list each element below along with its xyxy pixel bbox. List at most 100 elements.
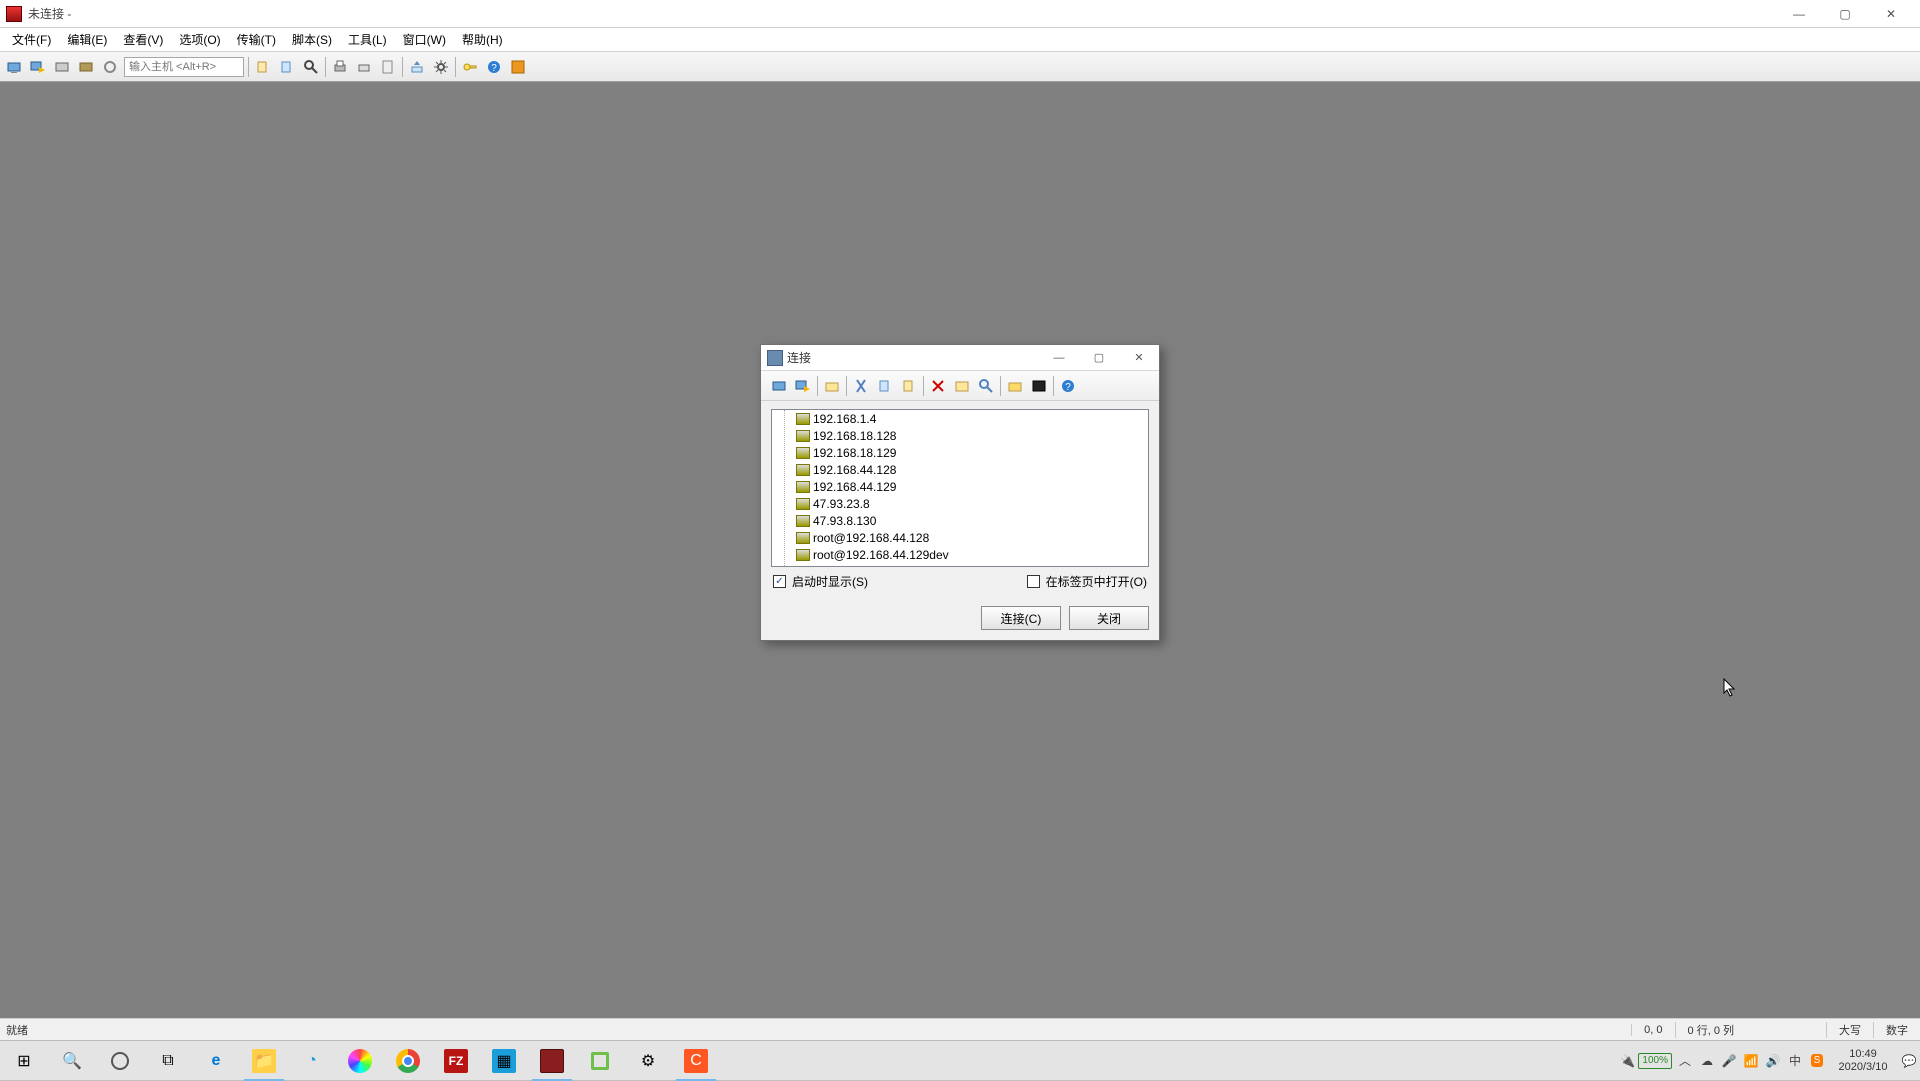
svg-text:?: ? [1065, 382, 1071, 393]
explorer-icon[interactable]: 📁 [240, 1041, 288, 1081]
volume-icon[interactable]: 🔊 [1762, 1041, 1784, 1081]
menu-help[interactable]: 帮助(H) [454, 29, 511, 50]
onedrive-icon[interactable]: ☁ [1696, 1041, 1718, 1081]
status-ready: 就绪 [0, 1022, 1631, 1038]
session-item[interactable]: 192.168.44.128 [772, 461, 1148, 478]
browser1-icon[interactable] [336, 1041, 384, 1081]
securecrt-icon[interactable] [528, 1041, 576, 1081]
task-view-button[interactable]: ⧉ [144, 1041, 192, 1081]
ime-icon[interactable]: 中 [1784, 1041, 1806, 1081]
app-icon-3[interactable]: C [672, 1041, 720, 1081]
chrome-icon[interactable] [384, 1041, 432, 1081]
new-session-icon[interactable] [768, 375, 790, 397]
session-item[interactable]: 192.168.18.129 [772, 444, 1148, 461]
menu-file[interactable]: 文件(F) [4, 29, 59, 50]
copy-icon[interactable] [874, 375, 896, 397]
close-button[interactable]: ✕ [1868, 0, 1914, 28]
session-icon [796, 447, 810, 459]
quick-session-icon[interactable] [792, 375, 814, 397]
menu-transfer[interactable]: 传输(T) [229, 29, 284, 50]
session-icon [796, 430, 810, 442]
taskbar: ⊞ 🔍 ⧉ e 📁 ◔ FZ ▦ ⚙ C 🔌 100% ︿ ☁ 🎤 📶 🔊 中 … [0, 1040, 1920, 1080]
log-icon[interactable] [377, 56, 399, 78]
paste-icon[interactable] [898, 375, 920, 397]
delete-icon[interactable] [927, 375, 949, 397]
show-on-start-checkbox[interactable]: ✓ [773, 575, 786, 588]
help-icon[interactable]: ? [483, 56, 505, 78]
dialog-maximize-button[interactable]: ▢ [1079, 346, 1119, 370]
menu-options[interactable]: 选项(O) [171, 29, 228, 50]
about-icon[interactable] [507, 56, 529, 78]
status-rowcol: 0 行, 0 列 [1675, 1022, 1746, 1038]
upload-icon[interactable] [406, 56, 428, 78]
open-in-tab-checkbox[interactable] [1027, 575, 1040, 588]
battery-indicator[interactable]: 100% [1638, 1053, 1672, 1069]
maximize-button[interactable]: ▢ [1822, 0, 1868, 28]
print-icon[interactable] [329, 56, 351, 78]
dialog-minimize-button[interactable]: — [1039, 346, 1079, 370]
quick-connect-icon[interactable] [27, 56, 49, 78]
edge-icon[interactable]: e [192, 1041, 240, 1081]
print-setup-icon[interactable] [353, 56, 375, 78]
app-icon-2[interactable] [576, 1041, 624, 1081]
start-button[interactable]: ⊞ [0, 1041, 48, 1081]
dialog-close-button[interactable]: ✕ [1119, 346, 1159, 370]
filezilla-icon[interactable]: FZ [432, 1041, 480, 1081]
open-folder-icon[interactable] [1004, 375, 1026, 397]
mic-icon[interactable]: 🎤 [1718, 1041, 1740, 1081]
terminal-icon[interactable] [1028, 375, 1050, 397]
find-icon[interactable] [300, 56, 322, 78]
host-input[interactable] [124, 57, 244, 77]
session-item[interactable]: root@192.168.44.128 [772, 529, 1148, 546]
connect-icon[interactable] [3, 56, 25, 78]
titlebar: 未连接 - — ▢ ✕ [0, 0, 1920, 28]
session-label: 192.168.44.129 [813, 480, 896, 494]
session-icon [796, 515, 810, 527]
search-button[interactable]: 🔍 [48, 1041, 96, 1081]
sogou-icon[interactable]: S [1806, 1041, 1828, 1081]
close-dialog-button[interactable]: 关闭 [1069, 606, 1149, 630]
session-item[interactable]: 47.93.23.8 [772, 495, 1148, 512]
properties-icon[interactable] [951, 375, 973, 397]
session-item[interactable]: 192.168.44.129 [772, 478, 1148, 495]
cortana-button[interactable] [96, 1041, 144, 1081]
menu-view[interactable]: 查看(V) [115, 29, 171, 50]
session-list[interactable]: 192.168.1.4192.168.18.128192.168.18.1291… [771, 409, 1149, 567]
session-item[interactable]: 47.93.8.130 [772, 512, 1148, 529]
copy-icon[interactable] [252, 56, 274, 78]
session-icon [796, 413, 810, 425]
key-icon[interactable] [459, 56, 481, 78]
wifi-icon[interactable]: 📶 [1740, 1041, 1762, 1081]
menu-tools[interactable]: 工具(L) [340, 29, 395, 50]
disconnect-icon[interactable] [75, 56, 97, 78]
minimize-button[interactable]: — [1776, 0, 1822, 28]
toolbar-separator [923, 376, 924, 396]
config-icon[interactable] [99, 56, 121, 78]
cut-icon[interactable] [850, 375, 872, 397]
notifications-icon[interactable]: 💬 [1898, 1041, 1920, 1081]
tray-clock[interactable]: 10:49 2020/3/10 [1828, 1048, 1898, 1074]
settings-icon[interactable] [430, 56, 452, 78]
menu-edit[interactable]: 编辑(E) [59, 29, 115, 50]
tray-chevron-icon[interactable]: ︿ [1674, 1041, 1696, 1081]
session-icon [796, 498, 810, 510]
charging-icon[interactable]: 🔌 [1616, 1041, 1638, 1081]
app-icon-1[interactable]: ▦ [480, 1041, 528, 1081]
reconnect-icon[interactable] [51, 56, 73, 78]
clock-app-icon[interactable]: ◔ [288, 1041, 336, 1081]
dialog-titlebar[interactable]: 连接 — ▢ ✕ [761, 345, 1159, 371]
find-session-icon[interactable] [975, 375, 997, 397]
menu-window[interactable]: 窗口(W) [395, 29, 454, 50]
session-item[interactable]: 192.168.18.128 [772, 427, 1148, 444]
toolbar-separator [817, 376, 818, 396]
session-item[interactable]: root@192.168.44.129dev [772, 546, 1148, 563]
connect-button[interactable]: 连接(C) [981, 606, 1061, 630]
menu-script[interactable]: 脚本(S) [284, 29, 340, 50]
show-on-start-label: 启动时显示(S) [792, 573, 868, 590]
toolbar-separator [1000, 376, 1001, 396]
new-folder-icon[interactable] [821, 375, 843, 397]
dialog-help-icon[interactable]: ? [1057, 375, 1079, 397]
windows-settings-icon[interactable]: ⚙ [624, 1041, 672, 1081]
session-item[interactable]: 192.168.1.4 [772, 410, 1148, 427]
paste-icon[interactable] [276, 56, 298, 78]
